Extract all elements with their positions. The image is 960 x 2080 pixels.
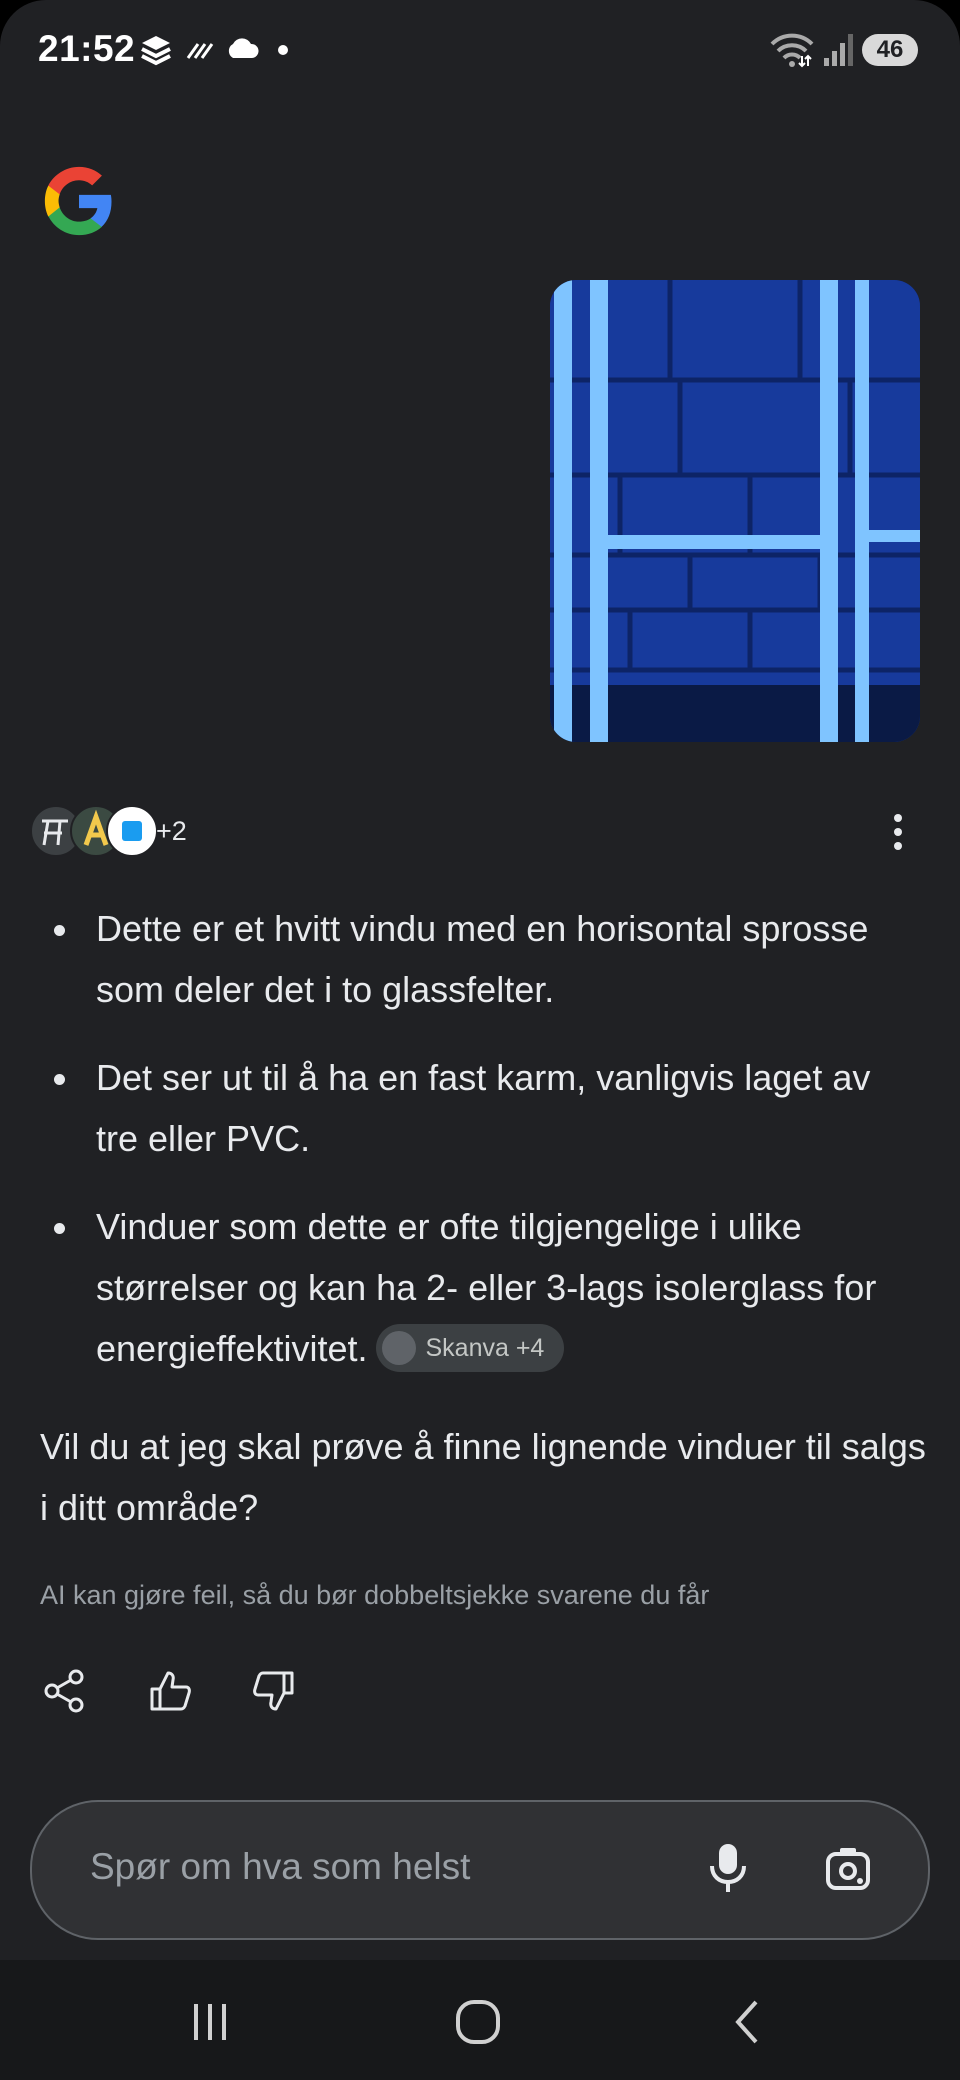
citation-chip-label: Skanva +4 — [425, 1334, 545, 1363]
thumbs-down-icon[interactable] — [250, 1667, 298, 1715]
dashed-lines-icon — [186, 43, 214, 59]
ai-disclaimer: AI kan gjøre feil, så du bør dobbeltsjek… — [40, 1580, 710, 1610]
app-screen: 21:52 46 +2 Dette er et hvitt vindu med … — [0, 0, 960, 2080]
signal-icon — [824, 34, 853, 66]
answer-bullet-list: Dette er et hvitt vindu med en horisonta… — [40, 898, 920, 1379]
share-icon[interactable] — [40, 1667, 88, 1715]
thumbs-up-icon[interactable] — [146, 1667, 194, 1715]
answer-bullet: Det ser ut til å ha en fast karm, vanlig… — [40, 1047, 920, 1169]
wifi-icon — [770, 33, 814, 68]
answer-bullet: Vinduer som dette er ofte tilgjengelige … — [40, 1196, 920, 1379]
sources-more-count: +2 — [156, 816, 187, 846]
ai-answer: Dette er et hvitt vindu med en horisonta… — [40, 898, 920, 1406]
google-lens-icon[interactable] — [820, 1842, 876, 1898]
skanva-chip-icon — [381, 1330, 416, 1365]
ask-input-bar[interactable]: Spør om hva som helst — [30, 1800, 930, 1940]
dot-icon — [278, 45, 288, 55]
status-time: 21:52 — [38, 28, 136, 69]
microphone-icon[interactable] — [702, 1840, 754, 1896]
layers-icon — [141, 36, 171, 66]
followup-question: Vil du at jeg skal prøve å finne lignend… — [40, 1426, 926, 1528]
home-icon[interactable] — [448, 1994, 508, 2050]
feedback-actions — [40, 1667, 440, 1717]
system-nav-bar — [0, 1960, 960, 2080]
citation-chip[interactable]: Skanva +4 — [375, 1324, 565, 1373]
status-bar: 21:52 46 — [0, 0, 960, 100]
uploaded-window-photo[interactable] — [550, 280, 920, 742]
google-g-logo — [44, 166, 112, 236]
more-options-icon[interactable] — [880, 810, 916, 854]
back-icon[interactable] — [718, 1994, 778, 2050]
cloud-icon — [228, 38, 259, 58]
ask-input-placeholder[interactable]: Spør om hva som helst — [90, 1846, 470, 1888]
window-photo-illustration — [550, 280, 920, 742]
battery-icon: 46 — [862, 34, 918, 66]
blue-square-source-icon — [106, 805, 158, 857]
answer-bullet: Dette er et hvitt vindu med en horisonta… — [40, 898, 920, 1020]
recents-icon[interactable] — [180, 1994, 240, 2050]
sources-row[interactable]: +2 — [30, 805, 890, 857]
